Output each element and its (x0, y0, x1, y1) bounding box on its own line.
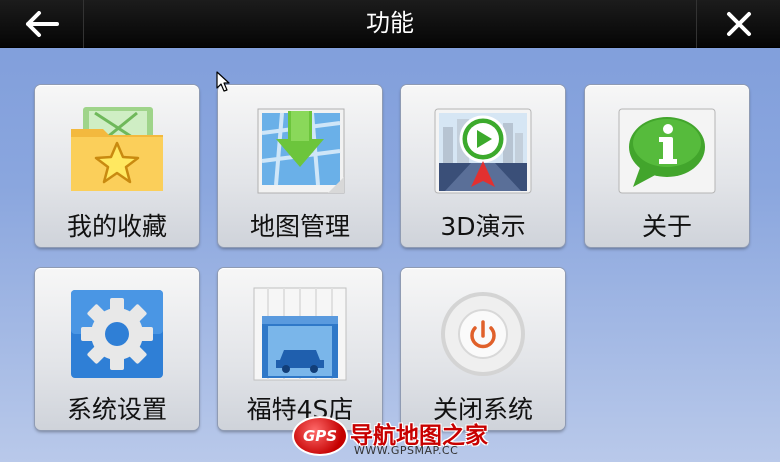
mouse-cursor-icon (216, 71, 230, 92)
favorites-label: 我的收藏 (66, 212, 167, 241)
watermark-logo: GPS (292, 416, 348, 456)
top-bar: 功能 (0, 0, 780, 48)
power-icon (441, 292, 525, 376)
gear-icon (71, 290, 163, 378)
3d-demo-play-icon (434, 108, 532, 194)
arrow-left-icon (25, 11, 59, 37)
close-button[interactable] (696, 0, 780, 48)
3d-demo-tile[interactable]: 3D演示 (401, 85, 565, 247)
about-tile[interactable]: 关于 (585, 85, 749, 247)
system-settings-tile[interactable]: 系统设置 (35, 268, 199, 430)
watermark-url: WWW.GPSMAP.CC (354, 444, 459, 457)
system-settings-label: 系统设置 (66, 395, 167, 424)
page-title: 功能 (366, 9, 414, 37)
map-download-icon (257, 108, 345, 194)
about-label: 关于 (641, 212, 692, 241)
map-management-tile[interactable]: 地图管理 (218, 85, 382, 247)
shutdown-system-tile[interactable]: 关闭系统 (401, 268, 565, 430)
info-bubble-icon (618, 108, 716, 194)
favorites-tile[interactable]: 我的收藏 (35, 85, 199, 247)
dealership-garage-icon (253, 287, 347, 381)
favorites-folder-icon (71, 107, 163, 191)
back-button[interactable] (0, 0, 84, 48)
map-management-label: 地图管理 (249, 212, 350, 241)
3d-demo-label: 3D演示 (440, 212, 526, 241)
ford-4s-store-tile[interactable]: 福特4S店 (218, 268, 382, 430)
close-icon (726, 12, 751, 36)
watermark: GPS 导航地图之家 WWW.GPSMAP.CC (292, 414, 492, 460)
